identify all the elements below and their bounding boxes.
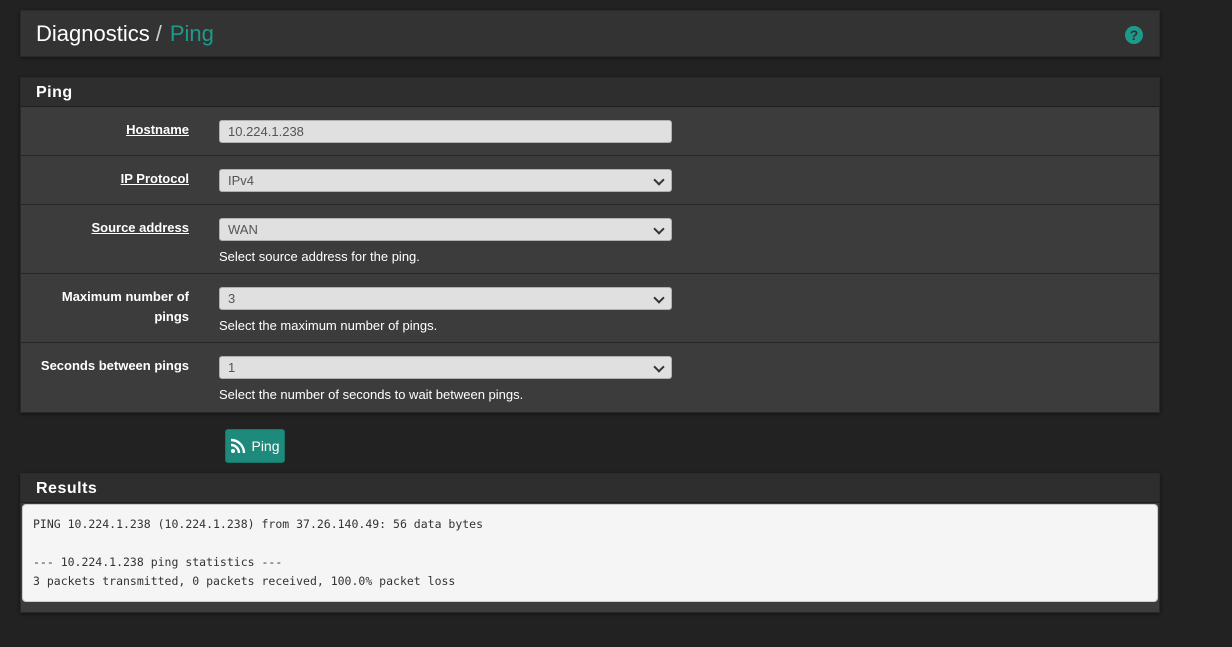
breadcrumb: Diagnostics / Ping ? — [20, 10, 1160, 57]
results-output: PING 10.224.1.238 (10.224.1.238) from 37… — [22, 504, 1158, 602]
breadcrumb-parent[interactable]: Diagnostics — [36, 21, 150, 47]
results-panel-title: Results — [21, 474, 1159, 503]
breadcrumb-separator: / — [155, 20, 162, 46]
max-pings-select[interactable]: 3 — [219, 287, 672, 310]
max-pings-label: Maximum number of pings — [61, 289, 189, 324]
results-panel: Results PING 10.224.1.238 (10.224.1.238)… — [20, 473, 1160, 613]
ip-protocol-label[interactable]: IP Protocol — [29, 169, 189, 189]
ping-panel-title: Ping — [21, 78, 1159, 107]
ping-panel: Ping Hostname 10.224.1.238 IP Protocol I… — [20, 77, 1160, 413]
source-address-help: Select source address for the ping. — [219, 249, 420, 264]
result-line — [33, 534, 1147, 553]
source-address-row: Source address WAN Select source address… — [21, 205, 1159, 274]
ping-button[interactable]: Ping — [225, 429, 285, 463]
breadcrumb-current[interactable]: Ping — [170, 21, 214, 47]
question-circle-icon[interactable]: ? — [1125, 26, 1143, 44]
source-address-select[interactable]: WAN — [219, 218, 672, 241]
max-pings-help: Select the maximum number of pings. — [219, 318, 438, 333]
hostname-label[interactable]: Hostname — [29, 120, 189, 140]
seconds-between-row: Seconds between pings 1 Select the numbe… — [21, 343, 1159, 412]
hostname-input[interactable]: 10.224.1.238 — [219, 120, 672, 143]
ip-protocol-select[interactable]: IPv4 — [219, 169, 672, 192]
result-line: --- 10.224.1.238 ping statistics --- — [33, 555, 283, 569]
max-pings-row: Maximum number of pings 3 Select the max… — [21, 274, 1159, 343]
seconds-between-label: Seconds between pings — [40, 358, 189, 373]
ip-protocol-row: IP Protocol IPv4 — [21, 156, 1159, 205]
rss-icon — [231, 438, 246, 454]
source-address-label[interactable]: Source address — [29, 218, 189, 238]
result-line: PING 10.224.1.238 (10.224.1.238) from 37… — [33, 517, 484, 531]
result-line: 3 packets transmitted, 0 packets receive… — [33, 574, 456, 588]
hostname-row: Hostname 10.224.1.238 — [21, 107, 1159, 156]
seconds-between-help: Select the number of seconds to wait bet… — [219, 387, 524, 402]
ping-button-label: Ping — [251, 438, 280, 454]
seconds-between-select[interactable]: 1 — [219, 356, 672, 379]
